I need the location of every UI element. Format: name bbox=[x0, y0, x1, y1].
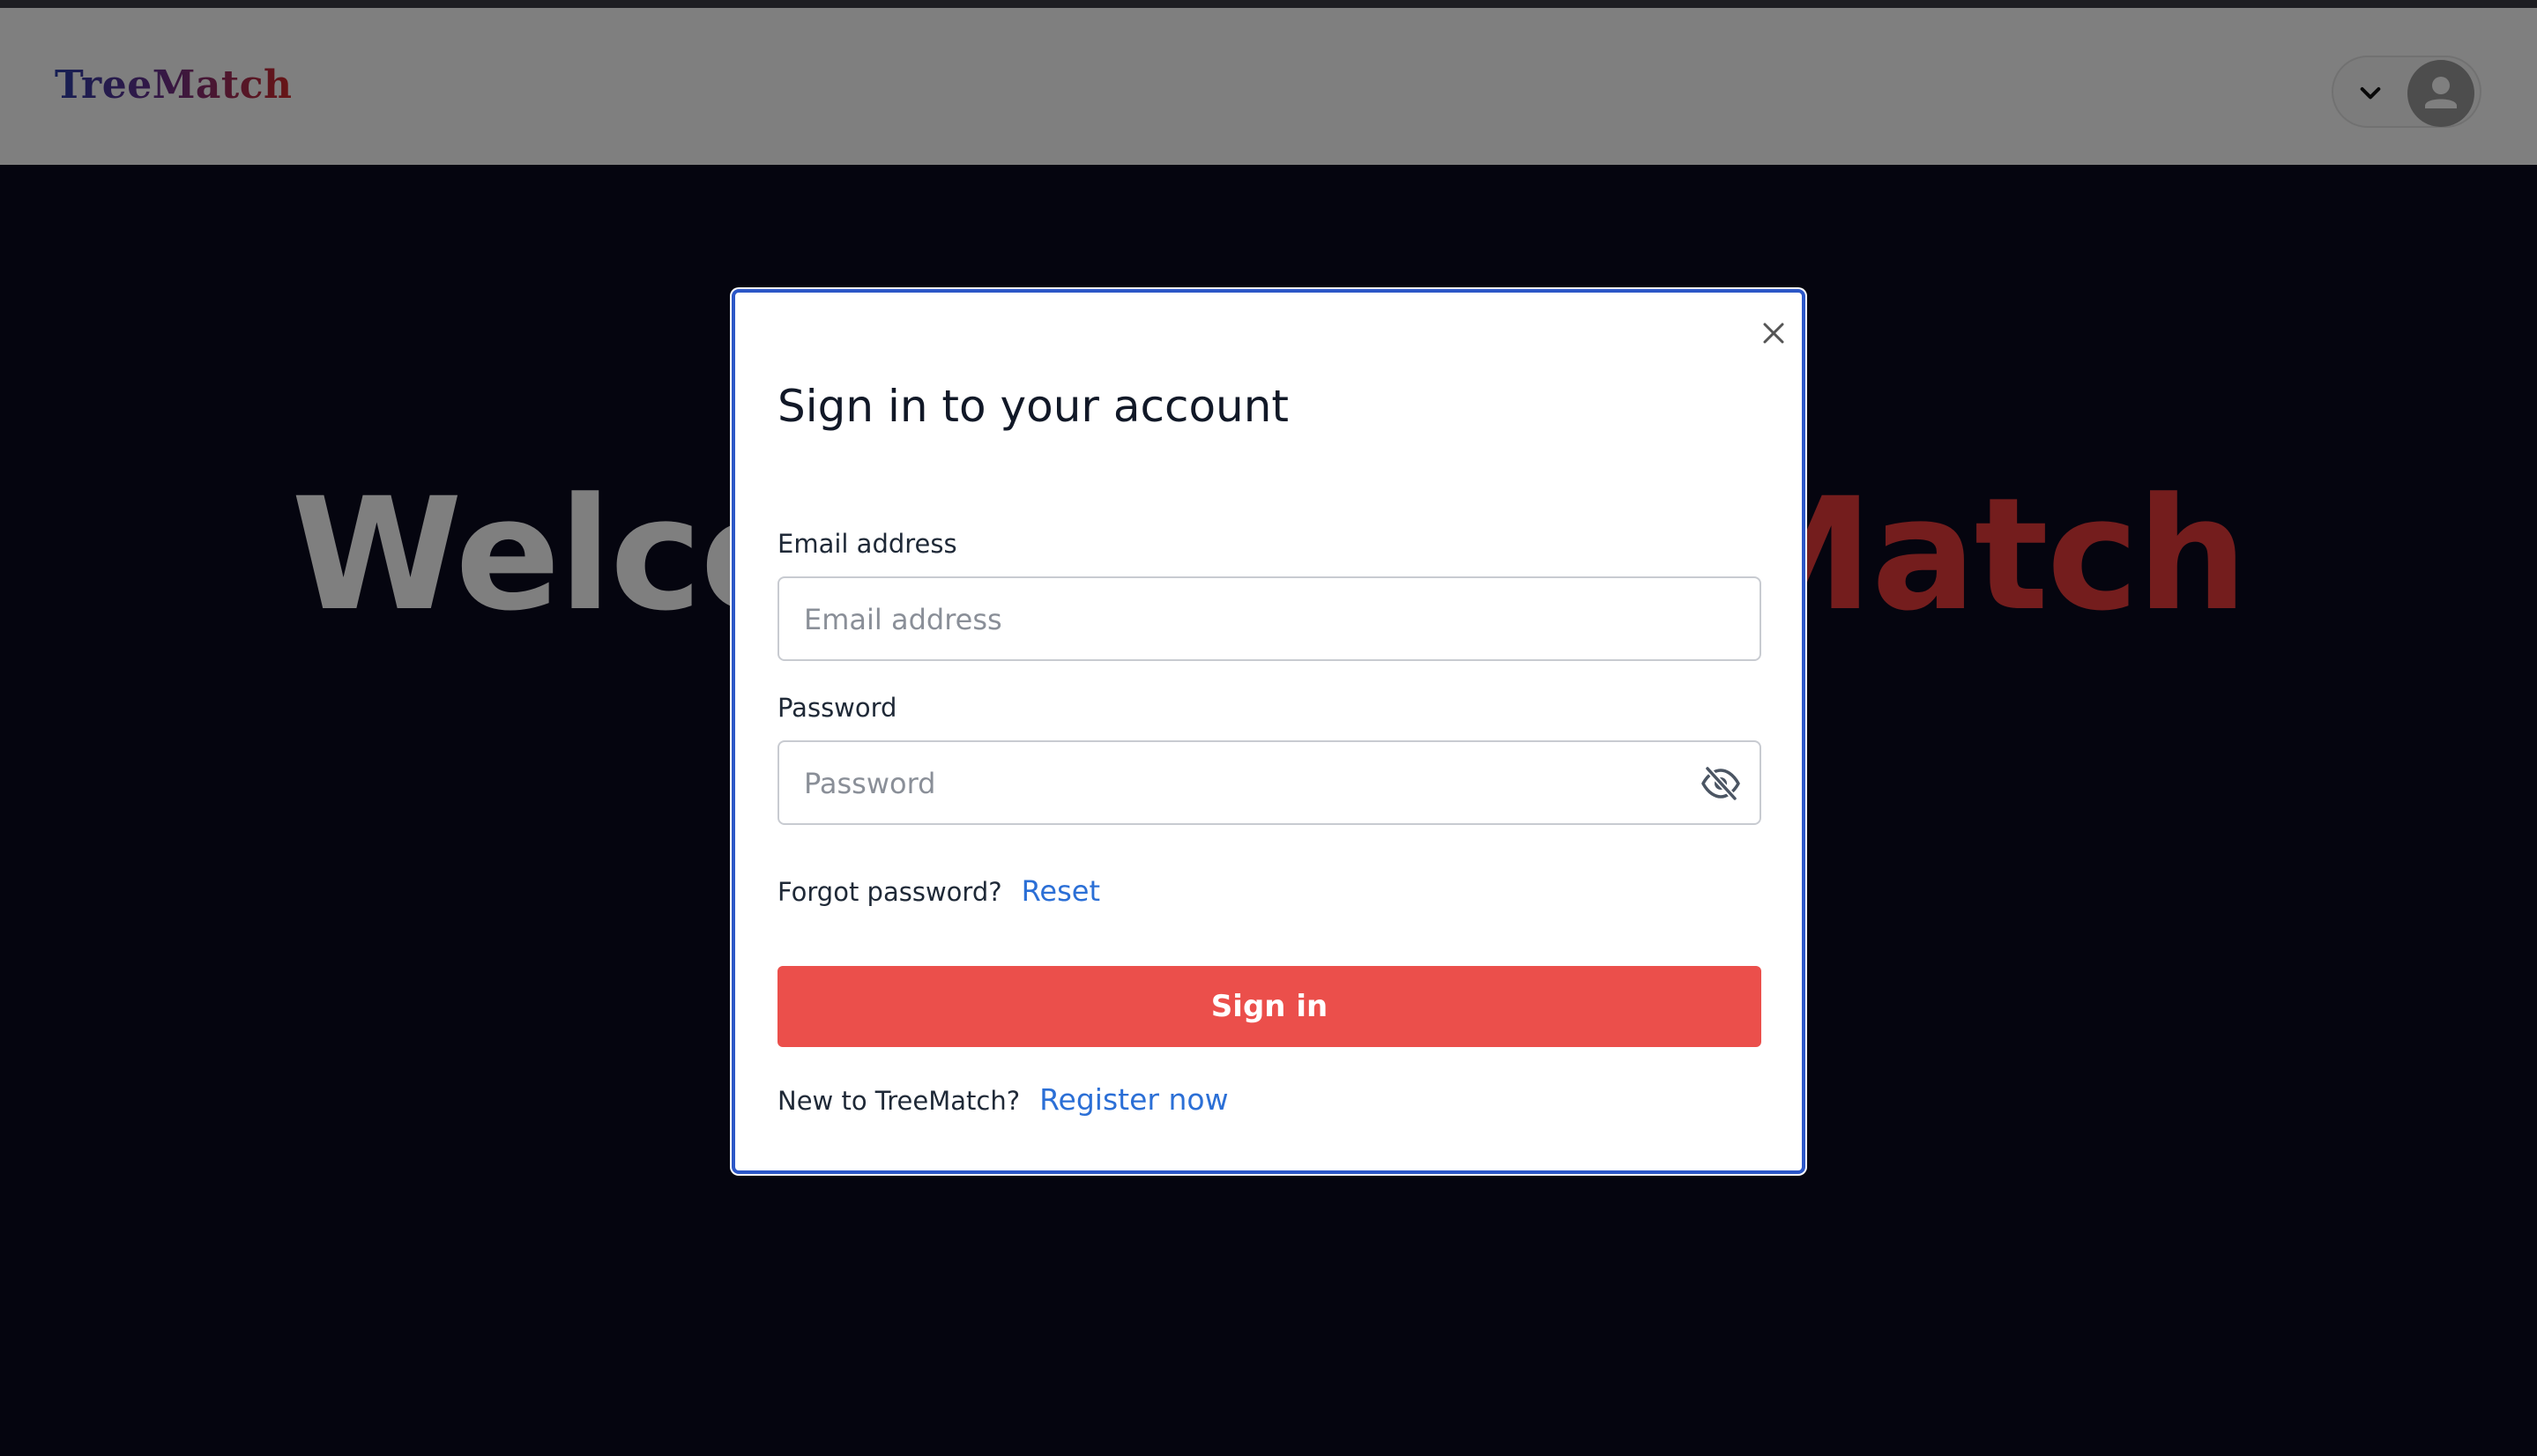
email-field-wrapper bbox=[777, 576, 1761, 661]
email-input[interactable] bbox=[802, 578, 1687, 661]
register-now-link[interactable]: Register now bbox=[1039, 1082, 1228, 1117]
email-label: Email address bbox=[777, 529, 957, 559]
sign-in-button[interactable]: Sign in bbox=[777, 966, 1761, 1047]
modal-title: Sign in to your account bbox=[777, 381, 1290, 432]
forgot-password-row: Forgot password? Reset bbox=[777, 874, 1100, 908]
register-row: New to TreeMatch? Register now bbox=[777, 1082, 1229, 1117]
eye-off-icon[interactable] bbox=[1700, 765, 1742, 802]
reset-password-link[interactable]: Reset bbox=[1022, 874, 1100, 908]
signin-modal: Sign in to your account Email address Pa… bbox=[732, 289, 1805, 1174]
password-input[interactable] bbox=[802, 742, 1687, 825]
forgot-password-prompt: Forgot password? bbox=[777, 877, 1002, 907]
password-field-wrapper bbox=[777, 740, 1761, 825]
password-label: Password bbox=[777, 693, 897, 723]
close-icon[interactable] bbox=[1756, 316, 1791, 351]
register-prompt: New to TreeMatch? bbox=[777, 1086, 1021, 1116]
